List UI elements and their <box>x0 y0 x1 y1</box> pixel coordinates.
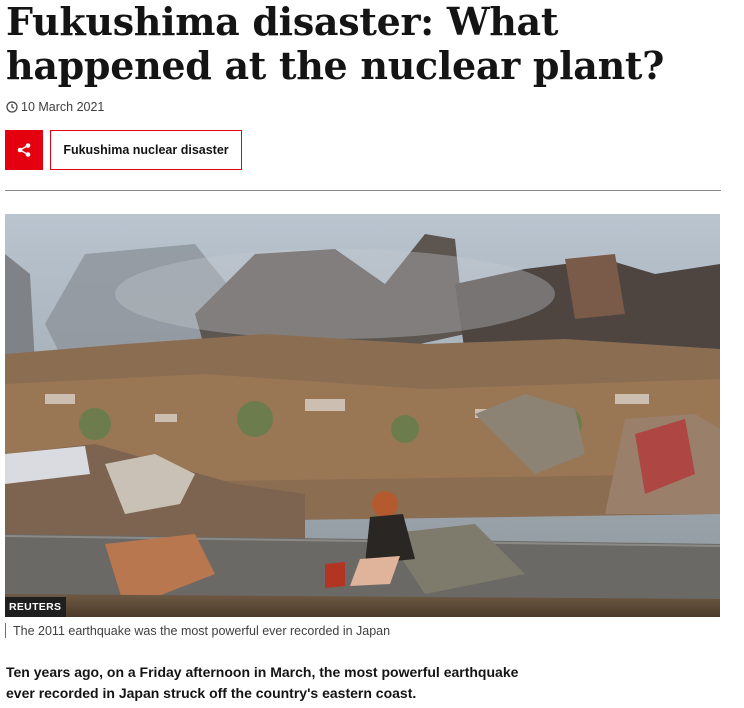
clock-icon <box>6 101 18 113</box>
article-dateline: 10 March 2021 <box>6 100 104 114</box>
article-date: 10 March 2021 <box>21 100 105 114</box>
photo-credit: REUTERS <box>5 597 67 617</box>
photo-caption-text: The 2011 earthquake was the most powerfu… <box>13 623 391 638</box>
article-photo: REUTERS <box>5 214 720 617</box>
tsunami-aftermath-photo <box>5 214 720 617</box>
article-intro: Ten years ago, on a Friday afternoon in … <box>6 664 519 701</box>
share-button[interactable] <box>5 130 43 170</box>
article-headline: Fukushima disaster: What happened at the… <box>6 0 665 88</box>
share-icon <box>17 143 31 157</box>
photo-caption: The 2011 earthquake was the most powerfu… <box>5 623 390 638</box>
topic-tag-link[interactable]: Fukushima nuclear disaster <box>50 130 242 170</box>
caption-bar <box>5 623 6 638</box>
header-divider <box>5 190 721 191</box>
